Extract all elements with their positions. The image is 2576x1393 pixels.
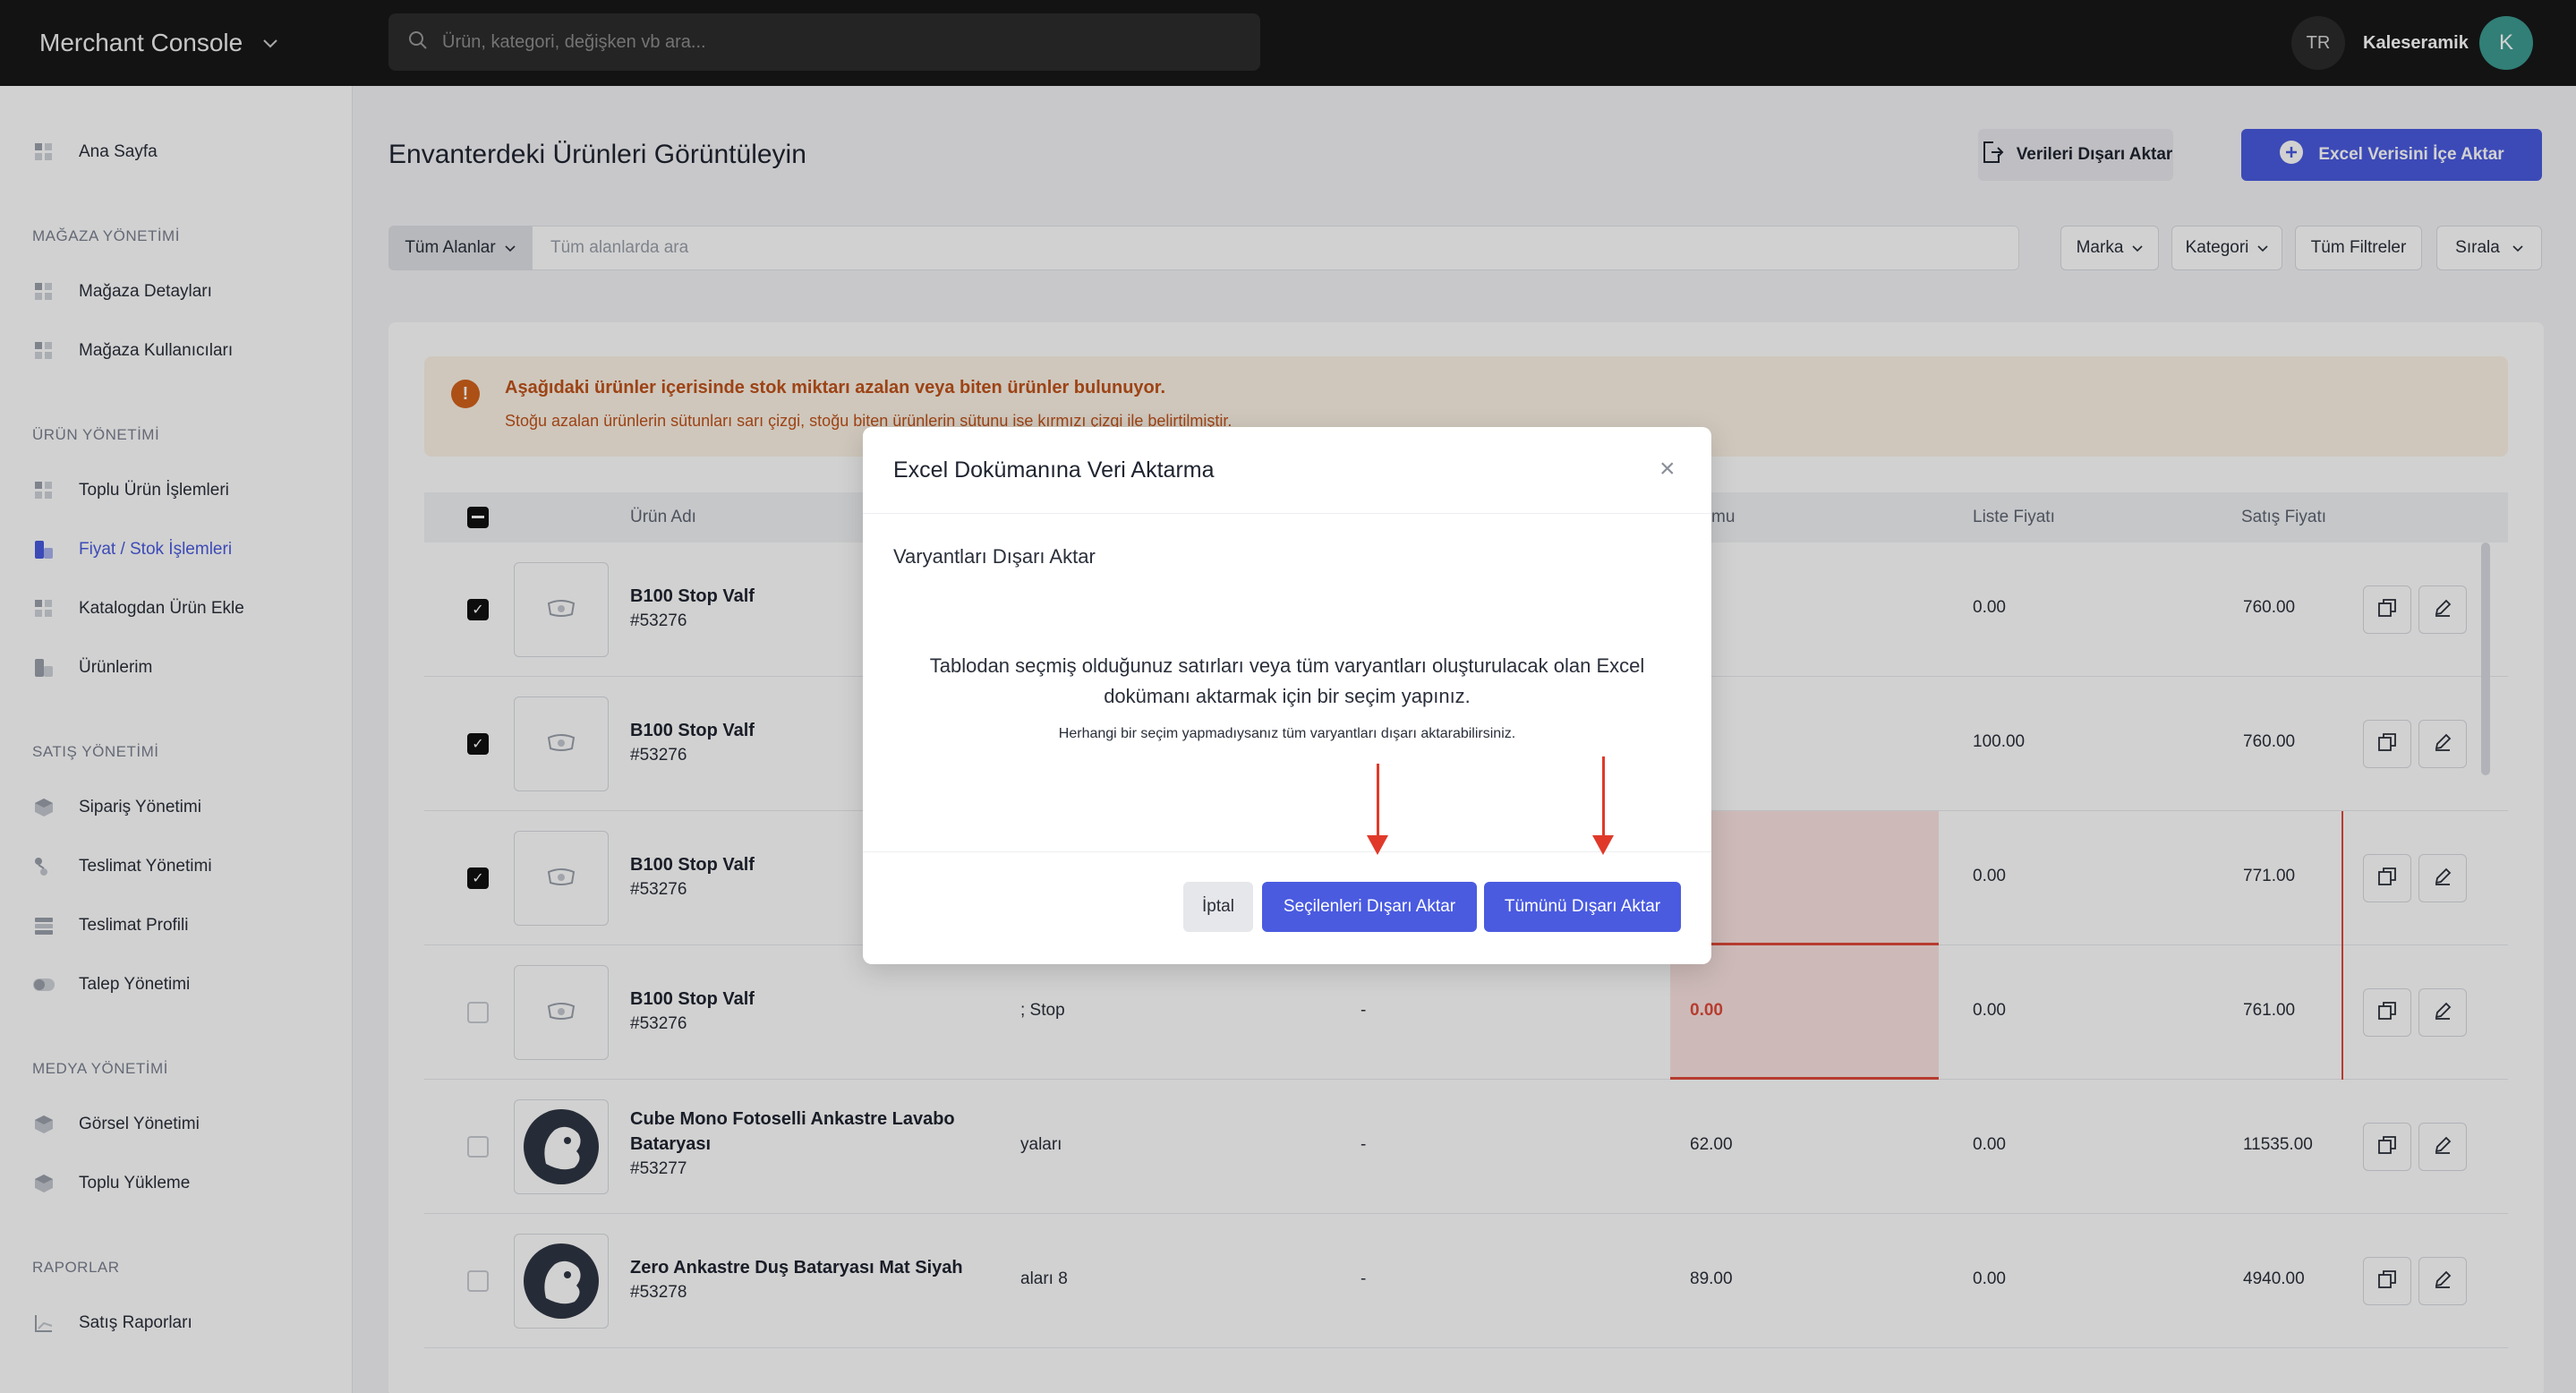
export-modal: Excel Dokümanına Veri Aktarma × Varyantl…	[863, 427, 1711, 964]
modal-title: Excel Dokümanına Veri Aktarma	[893, 457, 1215, 483]
annotation-arrow-head	[1592, 835, 1614, 855]
export-selected-button[interactable]: Seçilenleri Dışarı Aktar	[1262, 882, 1477, 932]
modal-subtitle: Varyantları Dışarı Aktar	[893, 545, 1096, 568]
annotation-arrow	[1377, 764, 1379, 837]
cancel-button[interactable]: İptal	[1183, 882, 1253, 932]
annotation-arrow-head	[1367, 835, 1388, 855]
modal-note: Herhangi bir seçim yapmadıysanız tüm var…	[1058, 726, 1516, 741]
close-icon[interactable]: ×	[1659, 454, 1676, 484]
modal-divider	[863, 851, 1711, 852]
annotation-arrow	[1602, 756, 1605, 837]
modal-message: Tablodan seçmiş olduğunuz satırları veya…	[929, 654, 1645, 707]
modal-divider	[863, 513, 1711, 514]
export-all-button[interactable]: Tümünü Dışarı Aktar	[1484, 882, 1681, 932]
